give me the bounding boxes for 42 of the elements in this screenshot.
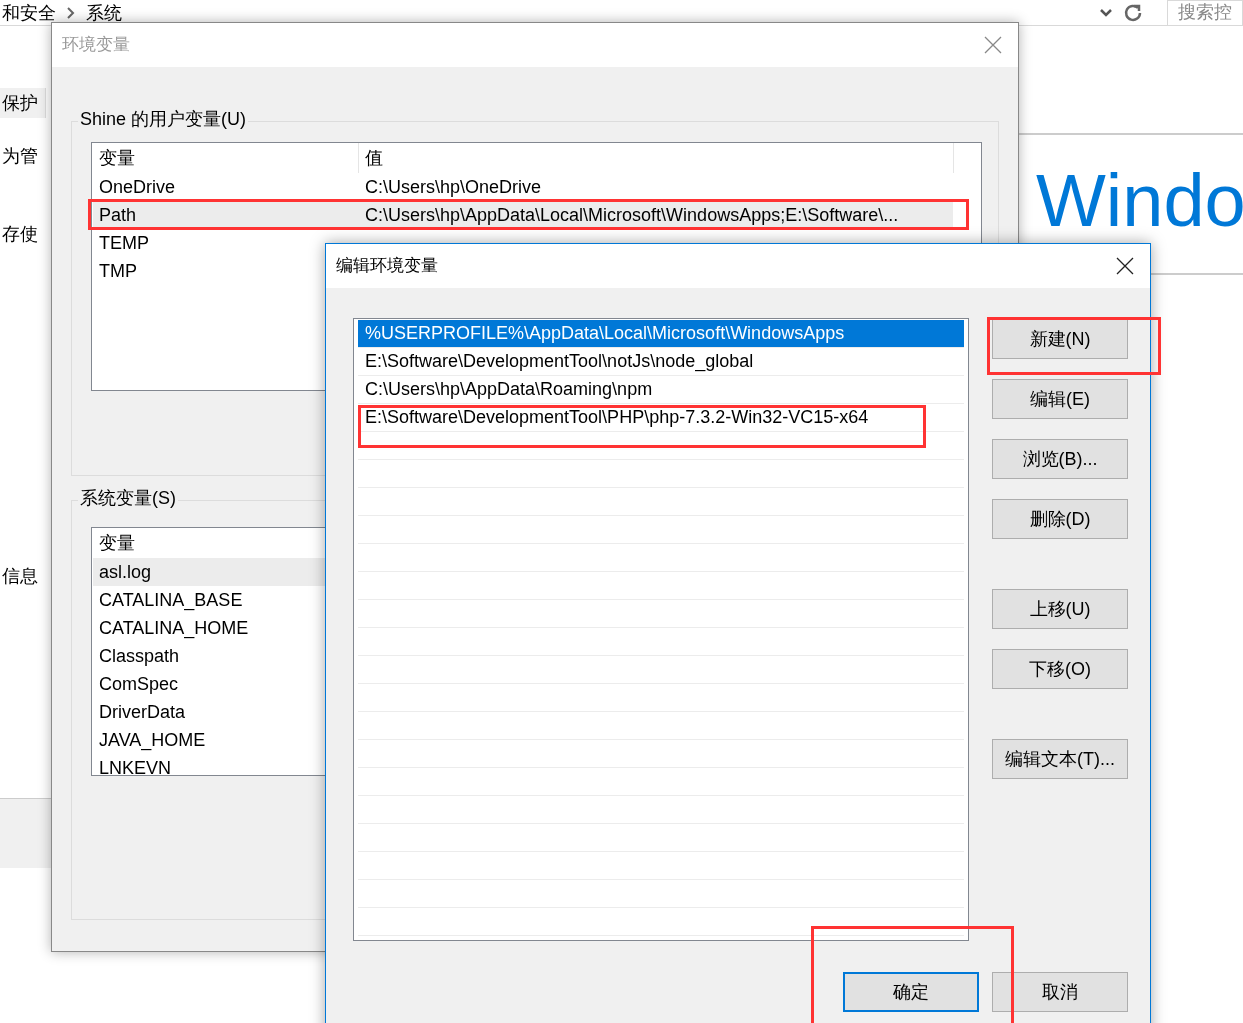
path-entry[interactable]: C:\Users\hp\AppData\Roaming\npm bbox=[358, 376, 964, 404]
dialog-title: 编辑环境变量 bbox=[336, 255, 438, 278]
breadcrumb-item[interactable]: 和安全 bbox=[2, 1, 56, 24]
chevron-down-icon[interactable] bbox=[1099, 7, 1113, 18]
variable-name: TEMP bbox=[99, 232, 149, 253]
variable-name: JAVA_HOME bbox=[98, 728, 206, 753]
chevron-right-icon bbox=[66, 6, 76, 19]
path-entry[interactable]: %USERPROFILE%\AppData\Local\Microsoft\WindowsApps bbox=[358, 320, 964, 348]
cancel-button[interactable]: 取消 bbox=[992, 972, 1128, 1012]
dialog-title: 环境变量 bbox=[62, 34, 130, 57]
variable-name: DriverData bbox=[98, 700, 186, 724]
variable-name: Classpath bbox=[98, 644, 180, 668]
refresh-icon[interactable] bbox=[1123, 2, 1143, 23]
windows-heading: Windo bbox=[1036, 158, 1243, 244]
variable-row[interactable]: OneDrive C:\Users\hp\OneDrive bbox=[93, 173, 953, 201]
variable-name: CATALINA_HOME bbox=[98, 616, 249, 641]
dialog-button[interactable]: 删除(D) bbox=[992, 499, 1128, 539]
search-field[interactable]: 搜索控 bbox=[1167, 0, 1243, 26]
dialog-button[interactable]: 浏览(B)... bbox=[992, 439, 1128, 479]
variable-name: Path bbox=[99, 204, 137, 225]
dialog-button[interactable]: 下移(O) bbox=[992, 649, 1128, 689]
variable-value: C:\Users\hp\OneDrive bbox=[365, 177, 542, 197]
column-header[interactable]: 值 bbox=[359, 143, 954, 173]
sidebar-text[interactable]: 为管 bbox=[2, 143, 38, 170]
close-icon[interactable] bbox=[1116, 257, 1134, 275]
variable-name: CATALINA_BASE bbox=[98, 588, 243, 613]
variable-name: LNKEVN bbox=[98, 756, 172, 775]
variable-value: C:\Users\hp\AppData\Local\Microsoft\WindowsApps;E:\Software\... bbox=[365, 205, 899, 225]
breadcrumb-item[interactable]: 系统 bbox=[86, 1, 122, 24]
variable-name: OneDrive bbox=[99, 176, 176, 197]
dialog-button[interactable]: 上移(U) bbox=[992, 589, 1128, 629]
path-entry[interactable]: E:\Software\DevelopmentTool\notJs\node_global bbox=[358, 348, 964, 376]
sidebar-text[interactable]: 存使 bbox=[2, 221, 38, 248]
ok-button[interactable]: 确定 bbox=[843, 972, 979, 1012]
path-entry[interactable]: E:\Software\DevelopmentTool\PHP\php-7.3.2-Win32-VC15-x64 bbox=[358, 404, 964, 432]
column-header[interactable]: 变量 bbox=[92, 143, 359, 173]
dialog-button[interactable]: 编辑文本(T)... bbox=[992, 739, 1128, 779]
variable-name: ComSpec bbox=[98, 672, 179, 696]
dialog-button[interactable]: 编辑(E) bbox=[992, 379, 1128, 419]
dialog-button[interactable]: 新建(N) bbox=[992, 319, 1128, 359]
variable-name: asl.log bbox=[98, 560, 152, 584]
sidebar-text[interactable]: 信息 bbox=[2, 563, 38, 590]
